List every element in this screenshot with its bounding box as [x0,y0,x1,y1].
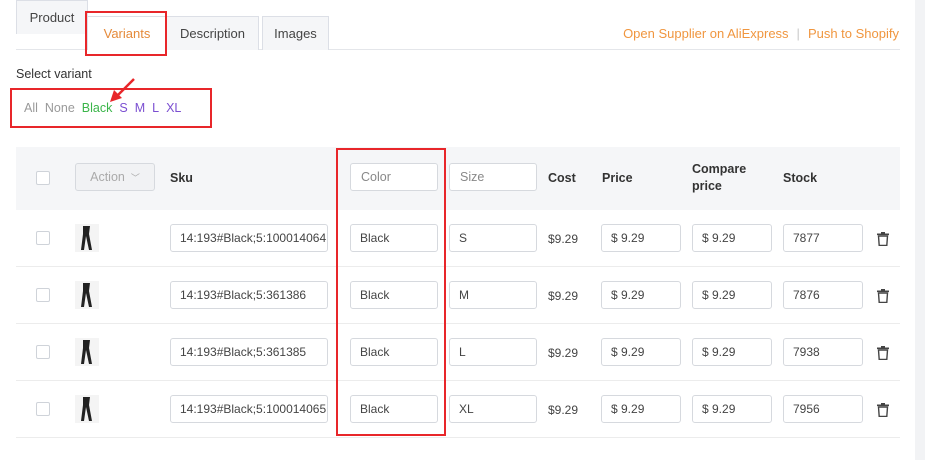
variant-filters: All None Black S M L XL [24,101,188,115]
leggings-thumbnail [75,224,99,252]
row-checkbox[interactable] [36,231,50,245]
filter-none[interactable]: None [45,101,75,115]
cost-value: $9.29 [548,403,579,417]
scroll-gutter [915,0,925,460]
tab-variants[interactable]: Variants [87,16,167,50]
select-variant-label: Select variant [16,67,92,81]
open-supplier-link[interactable]: Open Supplier on AliExpress [623,26,788,41]
compare-price-input[interactable]: $ 9.29 [692,224,772,252]
stock-input[interactable]: 7938 [783,338,863,366]
table-row: 14:193#Black;5:361386 Black M $9.29 $ 9.… [16,267,900,324]
size-input[interactable]: XL [449,395,537,423]
cost-value: $9.29 [548,289,579,303]
leggings-thumbnail [75,395,99,423]
header-price: Price [602,171,633,185]
sku-input[interactable]: 14:193#Black;5:100014064 [170,224,328,252]
tab-description[interactable]: Description [166,16,259,50]
sku-input[interactable]: 14:193#Black;5:361386 [170,281,328,309]
row-checkbox[interactable] [36,288,50,302]
trash-icon[interactable] [877,232,889,246]
compare-price-input[interactable]: $ 9.29 [692,338,772,366]
header-compare-price-line1: Compare [692,162,747,176]
header-sku: Sku [170,171,193,185]
price-input[interactable]: $ 9.29 [601,338,681,366]
compare-price-input[interactable]: $ 9.29 [692,281,772,309]
price-input[interactable]: $ 9.29 [601,281,681,309]
color-input[interactable]: Black [350,395,438,423]
top-links: Open Supplier on AliExpress | Push to Sh… [623,26,899,41]
color-input[interactable]: Black [350,281,438,309]
action-label: Action [90,170,125,184]
link-separator: | [796,26,800,41]
header-cost: Cost [548,171,576,185]
filter-all[interactable]: All [24,101,38,115]
size-filter-input[interactable]: Size [449,163,537,191]
sku-input[interactable]: 14:193#Black;5:361385 [170,338,328,366]
table-row: 14:193#Black;5:100014065 Black XL $9.29 … [16,381,900,438]
cost-value: $9.29 [548,346,579,360]
chevron-down-icon: ﹀ [130,172,140,183]
row-checkbox[interactable] [36,402,50,416]
filter-size-l[interactable]: L [152,101,159,115]
leggings-thumbnail [75,281,99,309]
header-stock: Stock [783,171,818,185]
compare-price-input[interactable]: $ 9.29 [692,395,772,423]
filter-size-xl[interactable]: XL [166,101,181,115]
size-input[interactable]: L [449,338,537,366]
push-to-shopify-link[interactable]: Push to Shopify [808,26,899,41]
color-filter-input[interactable]: Color [350,163,438,191]
row-checkbox[interactable] [36,345,50,359]
red-arrow-icon [110,78,135,102]
sku-input[interactable]: 14:193#Black;5:100014065 [170,395,328,423]
select-all-checkbox[interactable] [36,171,50,185]
table-header: Action ﹀ Sku Color Size Cost Price Compa… [16,147,900,210]
size-input[interactable]: M [449,281,537,309]
color-input[interactable]: Black [350,338,438,366]
color-input[interactable]: Black [350,224,438,252]
header-compare-price-line2: price [692,179,722,193]
stock-input[interactable]: 7956 [783,395,863,423]
table-row: 14:193#Black;5:361385 Black L $9.29 $ 9.… [16,324,900,381]
stock-input[interactable]: 7876 [783,281,863,309]
variants-table: Action ﹀ Sku Color Size Cost Price Compa… [16,147,900,439]
action-dropdown[interactable]: Action ﹀ [75,163,155,191]
header-compare-price: Compare price [692,161,746,195]
trash-icon[interactable] [877,403,889,417]
trash-icon[interactable] [877,289,889,303]
leggings-thumbnail [75,338,99,366]
table-row: 14:193#Black;5:100014064 Black S $9.29 $… [16,210,900,267]
size-input[interactable]: S [449,224,537,252]
trash-icon[interactable] [877,346,889,360]
price-input[interactable]: $ 9.29 [601,395,681,423]
tab-product[interactable]: Product [16,0,88,34]
cost-value: $9.29 [548,232,579,246]
tab-images[interactable]: Images [262,16,329,50]
stock-input[interactable]: 7877 [783,224,863,252]
price-input[interactable]: $ 9.29 [601,224,681,252]
